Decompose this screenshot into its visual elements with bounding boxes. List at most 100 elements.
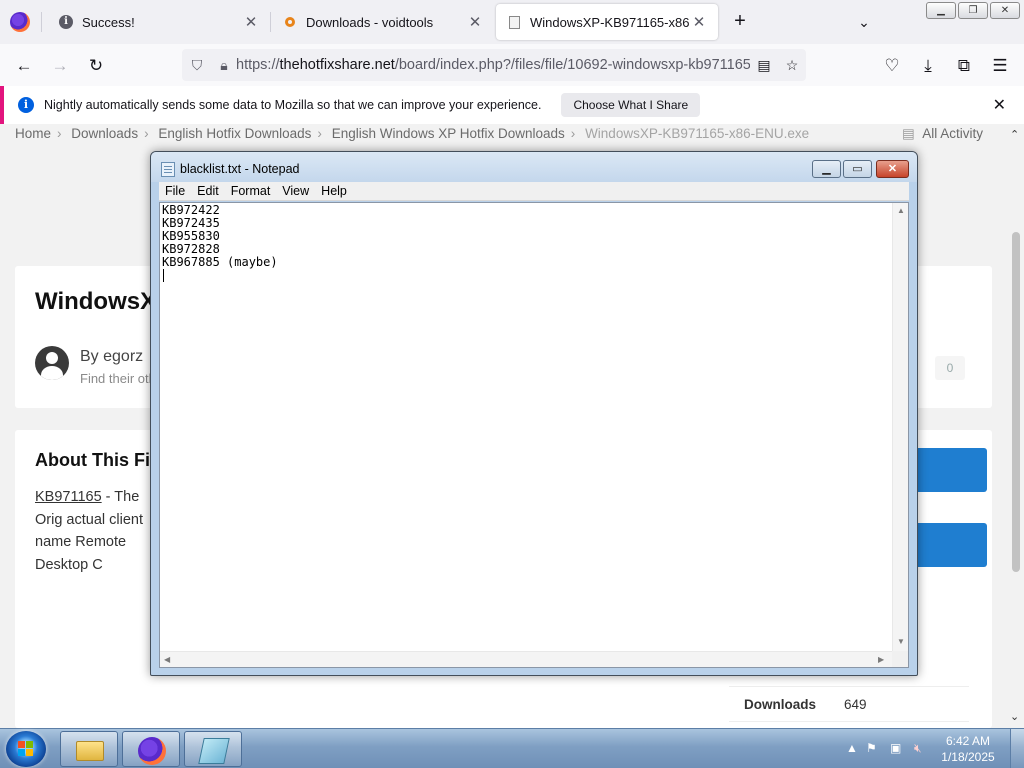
tab-voidtools[interactable]: Downloads - voidtools ✕ — [272, 4, 494, 40]
show-desktop-button[interactable] — [1010, 729, 1024, 768]
text-editor[interactable]: KB972422 KB972435 KB955830 KB972828 KB967885… — [159, 202, 909, 668]
show-hidden-icons-icon[interactable]: ▲ — [846, 741, 858, 755]
downloads-stat-row: Downloads 649 — [729, 686, 969, 722]
secondary-action-button[interactable] — [915, 523, 987, 567]
activity-icon: ▤ — [902, 126, 915, 141]
page-icon — [506, 14, 522, 30]
page-scrollbar[interactable]: ⌃ ⌄ — [1008, 124, 1024, 728]
shield-icon[interactable]: ⛉ — [182, 57, 212, 74]
bookmark-star-icon[interactable]: ☆ — [778, 57, 806, 74]
close-button[interactable]: ✕ — [990, 2, 1020, 19]
back-arrow-icon[interactable]: ← — [10, 52, 38, 80]
choose-what-i-share-button[interactable]: Choose What I Share — [561, 93, 701, 117]
vertical-scrollbar[interactable]: ▲ ▼ — [892, 203, 908, 651]
menu-help[interactable]: Help — [315, 184, 353, 198]
url-bar[interactable]: ⛉ 🔒︎ https://thehotfixshare.net/board/in… — [182, 49, 806, 81]
window-controls: ▁ ❐ ✕ — [926, 2, 1020, 20]
notepad-icon — [161, 162, 175, 177]
tab-success[interactable]: i Success! ✕ — [48, 4, 270, 40]
tab-separator — [41, 12, 42, 32]
info-icon: i — [58, 14, 74, 30]
restore-button[interactable]: ❐ — [958, 2, 988, 19]
new-tab-button[interactable]: + — [728, 10, 752, 34]
scroll-left-icon[interactable]: ◀ — [164, 655, 170, 664]
text-line: KB955830 — [162, 229, 220, 243]
menu-file[interactable]: File — [159, 184, 191, 198]
firefox-icon — [138, 737, 166, 765]
lock-icon[interactable]: 🔒︎ — [212, 57, 236, 74]
reputation-badge: 0 — [935, 356, 965, 380]
breadcrumb-current: WindowsXP-KB971165-x86-ENU.exe — [585, 126, 810, 141]
breadcrumb-english-xp-hotfix[interactable]: English Windows XP Hotfix Downloads — [332, 126, 565, 141]
about-text: KB971165 - The Orig actual client name R… — [35, 489, 143, 573]
url-text[interactable]: https://thehotfixshare.net/board/index.p… — [236, 57, 750, 73]
tab-separator — [270, 12, 271, 32]
minimize-button[interactable]: ▁ — [812, 160, 841, 178]
minimize-button[interactable]: ▁ — [926, 2, 956, 19]
windows-taskbar: ▲ ⚑ ▣ 🔇︎ 6:42 AM 1/18/2025 — [0, 728, 1024, 768]
editor-content[interactable]: KB972422 KB972435 KB955830 KB972828 KB967885… — [162, 204, 892, 650]
notepad-title-bar[interactable]: blacklist.txt - Notepad ▁ ▭ ✕ — [151, 152, 917, 182]
reader-view-icon[interactable]: ▤ — [750, 57, 778, 74]
breadcrumb-english-hotfix[interactable]: English Hotfix Downloads — [158, 126, 311, 141]
breadcrumb-home[interactable]: Home — [15, 126, 51, 141]
horizontal-scrollbar[interactable]: ◀ ▶ — [160, 651, 892, 667]
text-line: KB972435 — [162, 216, 220, 230]
menu-format[interactable]: Format — [225, 184, 277, 198]
clock-date[interactable]: 1/18/2025 — [936, 750, 1000, 764]
action-center-flag-icon[interactable]: ⚑ — [866, 741, 877, 755]
forward-arrow-icon[interactable]: → — [46, 52, 74, 80]
reload-icon[interactable]: ↻ — [82, 52, 110, 80]
notepad-window: blacklist.txt - Notepad ▁ ▭ ✕ File Edit … — [150, 151, 918, 676]
notepad-menu-bar: File Edit Format View Help — [159, 182, 909, 201]
clock-time[interactable]: 6:42 AM — [936, 734, 1000, 748]
text-caret — [163, 269, 164, 282]
close-notification-icon[interactable]: ✕ — [993, 95, 1006, 115]
network-icon[interactable]: ▣ — [890, 741, 901, 755]
author-name[interactable]: By egorz — [80, 348, 143, 366]
volume-muted-icon[interactable]: 🔇︎ — [914, 741, 922, 756]
taskbar-notepad[interactable] — [184, 731, 242, 767]
downloads-count: 649 — [844, 697, 867, 712]
close-tab-icon[interactable]: ✕ — [242, 13, 260, 31]
scroll-down-icon[interactable]: ▼ — [897, 637, 905, 646]
downloads-label: Downloads — [744, 697, 817, 712]
search-icon — [282, 14, 298, 30]
kb-link[interactable]: KB971165 — [35, 489, 102, 505]
extensions-icon[interactable]: ⧉ — [950, 52, 978, 80]
maximize-button[interactable]: ▭ — [843, 160, 872, 178]
avatar[interactable] — [35, 346, 69, 380]
all-activity-link[interactable]: ▤ All Activity — [902, 126, 983, 142]
tab-label: Downloads - voidtools — [306, 14, 434, 30]
notification-text: Nightly automatically sends some data to… — [44, 98, 542, 112]
tab-label: Success! — [82, 14, 135, 30]
telemetry-notification: i Nightly automatically sends some data … — [0, 86, 1024, 124]
start-button[interactable] — [6, 731, 46, 767]
menu-icon[interactable]: ☰ — [986, 52, 1014, 80]
about-title: About This File — [35, 450, 165, 470]
taskbar-firefox[interactable] — [122, 731, 180, 767]
download-button[interactable] — [915, 448, 987, 492]
scroll-down-icon[interactable]: ⌄ — [1010, 710, 1019, 723]
menu-edit[interactable]: Edit — [191, 184, 225, 198]
pocket-icon[interactable]: ♡ — [878, 52, 906, 80]
downloads-icon[interactable]: ⤓ — [914, 52, 942, 80]
tab-label: WindowsXP-KB971165-x86-ENU.exe — [530, 14, 690, 30]
scrollbar-thumb[interactable] — [1012, 232, 1020, 572]
close-tab-icon[interactable]: ✕ — [466, 13, 484, 31]
tab-active-file[interactable]: WindowsXP-KB971165-x86-ENU.exe ✕ — [496, 4, 718, 40]
close-tab-icon[interactable]: ✕ — [690, 13, 708, 31]
breadcrumb: Home › Downloads › English Hotfix Download… — [15, 126, 810, 141]
breadcrumb-downloads[interactable]: Downloads — [71, 126, 138, 141]
tab-list-chevron-icon[interactable]: ⌄ — [852, 10, 876, 34]
firefox-icon[interactable] — [10, 12, 30, 32]
resize-grip[interactable] — [892, 651, 908, 667]
scroll-up-icon[interactable]: ⌃ — [1010, 128, 1019, 141]
taskbar-explorer[interactable] — [60, 731, 118, 767]
folder-icon — [76, 741, 104, 761]
scroll-up-icon[interactable]: ▲ — [897, 206, 905, 215]
scroll-right-icon[interactable]: ▶ — [878, 655, 884, 664]
browser-nav-bar: ← → ↻ ⛉ 🔒︎ https://thehotfixshare.net/bo… — [0, 44, 1024, 86]
menu-view[interactable]: View — [276, 184, 315, 198]
close-button[interactable]: ✕ — [876, 160, 909, 178]
